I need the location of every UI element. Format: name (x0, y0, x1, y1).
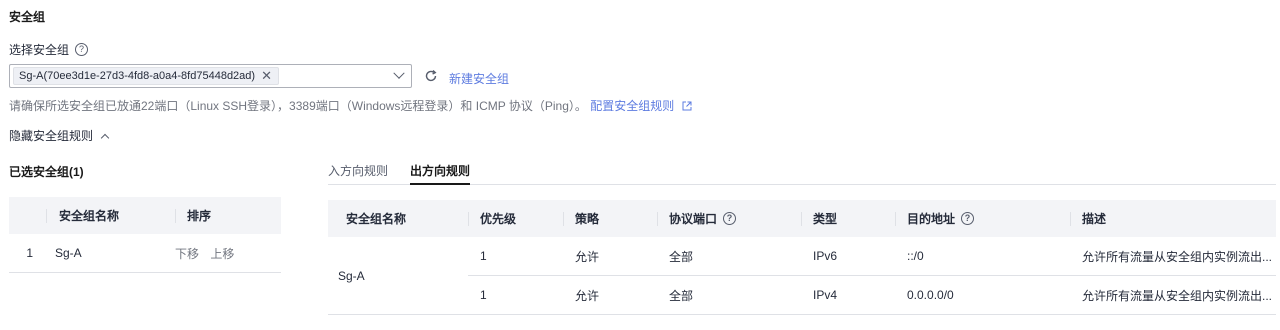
move-down-link[interactable]: 下移 (175, 247, 199, 261)
rule-direction-tabs: 入方向规则 出方向规则 (328, 155, 1276, 185)
external-link-icon[interactable] (682, 101, 692, 111)
help-icon[interactable]: ? (75, 43, 89, 56)
cell-description: 允许所有流量从安全组内实例流出... (1082, 288, 1273, 303)
table-row: 1 Sg-A 下移 上移 (9, 234, 281, 273)
column-divider (468, 212, 469, 226)
cell-priority: 1 (480, 249, 487, 263)
new-security-group-link[interactable]: 新建安全组 (449, 70, 509, 87)
column-divider (895, 212, 896, 226)
row-index: 1 (26, 246, 33, 260)
column-header-type: 类型 (813, 212, 838, 226)
chevron-up-icon (100, 133, 110, 142)
move-up-link[interactable]: 上移 (210, 247, 234, 261)
configure-sg-rules-link[interactable]: 配置安全组规则 (590, 99, 674, 113)
column-divider (801, 212, 802, 226)
security-group-select[interactable]: Sg-A(70ee3d1e-27d3-4fd8-a0a4-8fd75448d2a… (9, 64, 412, 88)
cell-destination: 0.0.0.0/0 (907, 288, 954, 302)
table-row: 1 允许 全部 IPv4 0.0.0.0/0 允许所有流量从安全组内实例流出..… (468, 276, 1276, 315)
table-header: 安全组名称 优先级 策略 协议端口 ? 类型 目的地址 ? 描述 (328, 200, 1276, 237)
column-divider (175, 208, 176, 223)
cell-protocol-port: 全部 (669, 288, 694, 303)
tab-inbound-rules[interactable]: 入方向规则 (328, 155, 388, 185)
cell-type: IPv6 (813, 249, 838, 263)
hide-rules-label: 隐藏安全组规则 (9, 129, 94, 143)
column-header-destination: 目的地址 (907, 212, 956, 226)
row-group-name: Sg-A (328, 237, 468, 315)
tab-outbound-rules[interactable]: 出方向规则 (410, 155, 471, 185)
cell-type: IPv4 (813, 288, 838, 302)
column-header-order: 排序 (187, 209, 212, 223)
column-header-policy: 策略 (575, 212, 600, 226)
port-hint-text: 请确保所选安全组已放通22端口（Linux SSH登录），3389端口（Wind… (9, 99, 587, 113)
cell-destination: ::/0 (907, 249, 924, 263)
help-icon[interactable]: ? (961, 212, 975, 225)
close-icon[interactable]: ✕ (261, 68, 272, 84)
column-divider (1070, 212, 1071, 226)
selected-groups-table: 安全组名称 排序 1 Sg-A 下移 上移 (9, 197, 281, 273)
cell-priority: 1 (480, 288, 487, 302)
table-row: 1 允许 全部 IPv6 ::/0 允许所有流量从安全组内实例流出... (468, 237, 1276, 276)
row-sg-name: Sg-A (55, 246, 82, 260)
column-divider (563, 212, 564, 226)
table-header: 安全组名称 排序 (9, 197, 281, 234)
column-header-priority: 优先级 (480, 212, 517, 226)
select-sg-label-text: 选择安全组 (9, 43, 70, 57)
select-sg-label: 选择安全组 ? (9, 41, 89, 58)
hide-rules-toggle[interactable]: 隐藏安全组规则 (9, 127, 110, 144)
selected-sg-tag-label: Sg-A(70ee3d1e-27d3-4fd8-a0a4-8fd75448d2a… (19, 70, 256, 82)
selected-sg-tag: Sg-A(70ee3d1e-27d3-4fd8-a0a4-8fd75448d2a… (13, 67, 279, 85)
chevron-down-icon[interactable] (393, 67, 405, 79)
port-hint: 请确保所选安全组已放通22端口（Linux SSH登录），3389端口（Wind… (9, 97, 692, 114)
cell-description: 允许所有流量从安全组内实例流出... (1082, 249, 1273, 264)
cell-policy: 允许 (575, 249, 600, 264)
rules-table: 安全组名称 优先级 策略 协议端口 ? 类型 目的地址 ? 描述 Sg-A 1 … (328, 200, 1276, 315)
column-header-description: 描述 (1082, 212, 1107, 226)
help-icon[interactable]: ? (723, 212, 737, 225)
column-header-sg-name: 安全组名称 (59, 209, 120, 223)
cell-policy: 允许 (575, 288, 600, 303)
column-header-sg-name: 安全组名称 (346, 212, 407, 226)
column-divider (657, 212, 658, 226)
refresh-icon[interactable] (424, 69, 438, 83)
section-title: 安全组 (9, 10, 46, 24)
column-header-protocol-port: 协议端口 (669, 212, 718, 226)
selected-groups-title: 已选安全组(1) (9, 165, 84, 179)
cell-protocol-port: 全部 (669, 249, 694, 264)
